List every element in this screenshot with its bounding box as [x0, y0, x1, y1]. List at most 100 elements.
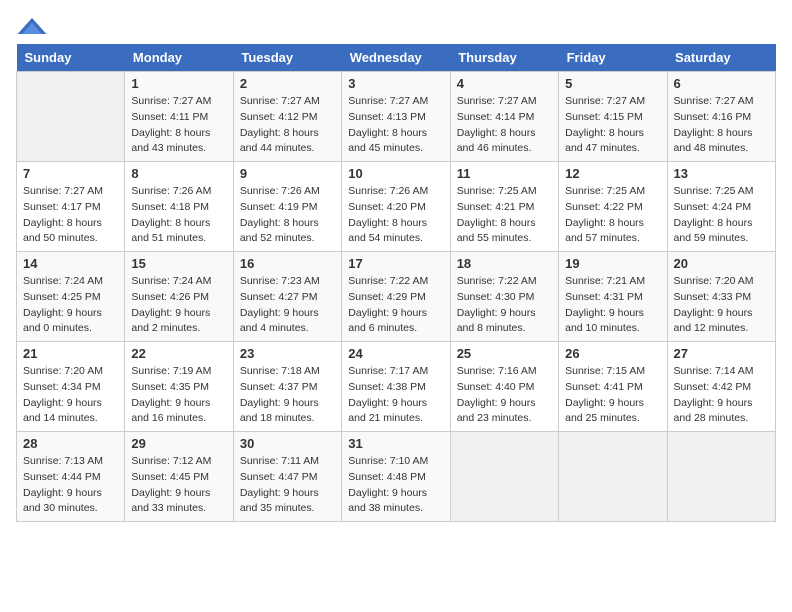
day-number: 11 [457, 166, 552, 181]
day-info: Sunrise: 7:27 AMSunset: 4:14 PMDaylight:… [457, 94, 552, 157]
day-number: 20 [674, 256, 769, 271]
header-cell-friday: Friday [559, 44, 667, 72]
day-cell: 21 Sunrise: 7:20 AMSunset: 4:34 PMDayligh… [17, 342, 125, 432]
logo-icon [16, 16, 48, 36]
day-cell: 28 Sunrise: 7:13 AMSunset: 4:44 PMDayligh… [17, 432, 125, 522]
day-number: 10 [348, 166, 443, 181]
day-cell: 24 Sunrise: 7:17 AMSunset: 4:38 PMDayligh… [342, 342, 450, 432]
day-cell: 17 Sunrise: 7:22 AMSunset: 4:29 PMDayligh… [342, 252, 450, 342]
day-info: Sunrise: 7:26 AMSunset: 4:18 PMDaylight:… [131, 184, 226, 247]
calendar-table: SundayMondayTuesdayWednesdayThursdayFrid… [16, 44, 776, 522]
day-number: 3 [348, 76, 443, 91]
day-cell: 3Sunrise: 7:27 AMSunset: 4:13 PMDaylight… [342, 72, 450, 162]
day-number: 8 [131, 166, 226, 181]
day-cell: 8 Sunrise: 7:26 AMSunset: 4:18 PMDaylight… [125, 162, 233, 252]
logo [16, 16, 58, 36]
day-number: 21 [23, 346, 118, 361]
day-number: 5 [565, 76, 660, 91]
week-row-2: 7 Sunrise: 7:27 AMSunset: 4:17 PMDaylight… [17, 162, 776, 252]
day-cell: 10 Sunrise: 7:26 AMSunset: 4:20 PMDayligh… [342, 162, 450, 252]
header-cell-sunday: Sunday [17, 44, 125, 72]
day-info: Sunrise: 7:17 AMSunset: 4:38 PMDaylight:… [348, 364, 443, 427]
day-info: Sunrise: 7:15 AMSunset: 4:41 PMDaylight:… [565, 364, 660, 427]
day-cell: 13 Sunrise: 7:25 AMSunset: 4:24 PMDayligh… [667, 162, 775, 252]
day-cell: 16 Sunrise: 7:23 AMSunset: 4:27 PMDayligh… [233, 252, 341, 342]
day-info: Sunrise: 7:21 AMSunset: 4:31 PMDaylight:… [565, 274, 660, 337]
header-cell-tuesday: Tuesday [233, 44, 341, 72]
day-info: Sunrise: 7:27 AMSunset: 4:15 PMDaylight:… [565, 94, 660, 157]
day-info: Sunrise: 7:24 AMSunset: 4:26 PMDaylight:… [131, 274, 226, 337]
day-cell: 23 Sunrise: 7:18 AMSunset: 4:37 PMDayligh… [233, 342, 341, 432]
day-info: Sunrise: 7:23 AMSunset: 4:27 PMDaylight:… [240, 274, 335, 337]
day-number: 22 [131, 346, 226, 361]
day-number: 18 [457, 256, 552, 271]
day-number: 23 [240, 346, 335, 361]
day-cell [559, 432, 667, 522]
day-number: 19 [565, 256, 660, 271]
day-number: 4 [457, 76, 552, 91]
day-number: 2 [240, 76, 335, 91]
day-number: 1 [131, 76, 226, 91]
day-info: Sunrise: 7:11 AMSunset: 4:47 PMDaylight:… [240, 454, 335, 517]
day-info: Sunrise: 7:10 AMSunset: 4:48 PMDaylight:… [348, 454, 443, 517]
day-number: 15 [131, 256, 226, 271]
day-cell: 12 Sunrise: 7:25 AMSunset: 4:22 PMDayligh… [559, 162, 667, 252]
week-row-4: 21 Sunrise: 7:20 AMSunset: 4:34 PMDayligh… [17, 342, 776, 432]
day-number: 31 [348, 436, 443, 451]
day-number: 29 [131, 436, 226, 451]
day-number: 28 [23, 436, 118, 451]
day-cell: 30Sunrise: 7:11 AMSunset: 4:47 PMDayligh… [233, 432, 341, 522]
day-cell: 4 Sunrise: 7:27 AMSunset: 4:14 PMDaylight… [450, 72, 558, 162]
day-cell: 11 Sunrise: 7:25 AMSunset: 4:21 PMDayligh… [450, 162, 558, 252]
day-number: 27 [674, 346, 769, 361]
week-row-5: 28 Sunrise: 7:13 AMSunset: 4:44 PMDayligh… [17, 432, 776, 522]
day-info: Sunrise: 7:20 AMSunset: 4:34 PMDaylight:… [23, 364, 118, 427]
day-info: Sunrise: 7:27 AMSunset: 4:11 PMDaylight:… [131, 94, 226, 157]
day-number: 16 [240, 256, 335, 271]
day-info: Sunrise: 7:27 AMSunset: 4:17 PMDaylight:… [23, 184, 118, 247]
day-cell: 19 Sunrise: 7:21 AMSunset: 4:31 PMDayligh… [559, 252, 667, 342]
day-info: Sunrise: 7:13 AMSunset: 4:44 PMDaylight:… [23, 454, 118, 517]
day-number: 25 [457, 346, 552, 361]
day-cell: 18Sunrise: 7:22 AMSunset: 4:30 PMDayligh… [450, 252, 558, 342]
day-info: Sunrise: 7:19 AMSunset: 4:35 PMDaylight:… [131, 364, 226, 427]
day-number: 7 [23, 166, 118, 181]
day-info: Sunrise: 7:25 AMSunset: 4:24 PMDaylight:… [674, 184, 769, 247]
day-cell: 5 Sunrise: 7:27 AMSunset: 4:15 PMDaylight… [559, 72, 667, 162]
day-info: Sunrise: 7:25 AMSunset: 4:21 PMDaylight:… [457, 184, 552, 247]
day-info: Sunrise: 7:26 AMSunset: 4:19 PMDaylight:… [240, 184, 335, 247]
day-cell: 7 Sunrise: 7:27 AMSunset: 4:17 PMDaylight… [17, 162, 125, 252]
day-info: Sunrise: 7:25 AMSunset: 4:22 PMDaylight:… [565, 184, 660, 247]
day-number: 24 [348, 346, 443, 361]
header-row: SundayMondayTuesdayWednesdayThursdayFrid… [17, 44, 776, 72]
day-cell [17, 72, 125, 162]
week-row-3: 14Sunrise: 7:24 AMSunset: 4:25 PMDayligh… [17, 252, 776, 342]
header-cell-monday: Monday [125, 44, 233, 72]
header-cell-saturday: Saturday [667, 44, 775, 72]
day-number: 17 [348, 256, 443, 271]
day-number: 13 [674, 166, 769, 181]
day-number: 12 [565, 166, 660, 181]
day-cell: 22 Sunrise: 7:19 AMSunset: 4:35 PMDayligh… [125, 342, 233, 432]
day-cell: 20Sunrise: 7:20 AMSunset: 4:33 PMDayligh… [667, 252, 775, 342]
day-cell: 6Sunrise: 7:27 AMSunset: 4:16 PMDaylight… [667, 72, 775, 162]
day-info: Sunrise: 7:26 AMSunset: 4:20 PMDaylight:… [348, 184, 443, 247]
day-info: Sunrise: 7:27 AMSunset: 4:12 PMDaylight:… [240, 94, 335, 157]
day-info: Sunrise: 7:18 AMSunset: 4:37 PMDaylight:… [240, 364, 335, 427]
day-number: 26 [565, 346, 660, 361]
day-number: 6 [674, 76, 769, 91]
week-row-1: 1 Sunrise: 7:27 AMSunset: 4:11 PMDaylight… [17, 72, 776, 162]
day-cell: 27Sunrise: 7:14 AMSunset: 4:42 PMDayligh… [667, 342, 775, 432]
day-info: Sunrise: 7:22 AMSunset: 4:29 PMDaylight:… [348, 274, 443, 337]
header-cell-wednesday: Wednesday [342, 44, 450, 72]
day-cell: 9 Sunrise: 7:26 AMSunset: 4:19 PMDaylight… [233, 162, 341, 252]
day-cell [450, 432, 558, 522]
day-cell: 14Sunrise: 7:24 AMSunset: 4:25 PMDayligh… [17, 252, 125, 342]
day-cell: 29Sunrise: 7:12 AMSunset: 4:45 PMDayligh… [125, 432, 233, 522]
day-cell: 15 Sunrise: 7:24 AMSunset: 4:26 PMDayligh… [125, 252, 233, 342]
day-info: Sunrise: 7:16 AMSunset: 4:40 PMDaylight:… [457, 364, 552, 427]
day-cell: 31 Sunrise: 7:10 AMSunset: 4:48 PMDayligh… [342, 432, 450, 522]
day-number: 9 [240, 166, 335, 181]
day-cell: 26 Sunrise: 7:15 AMSunset: 4:41 PMDayligh… [559, 342, 667, 432]
day-number: 14 [23, 256, 118, 271]
